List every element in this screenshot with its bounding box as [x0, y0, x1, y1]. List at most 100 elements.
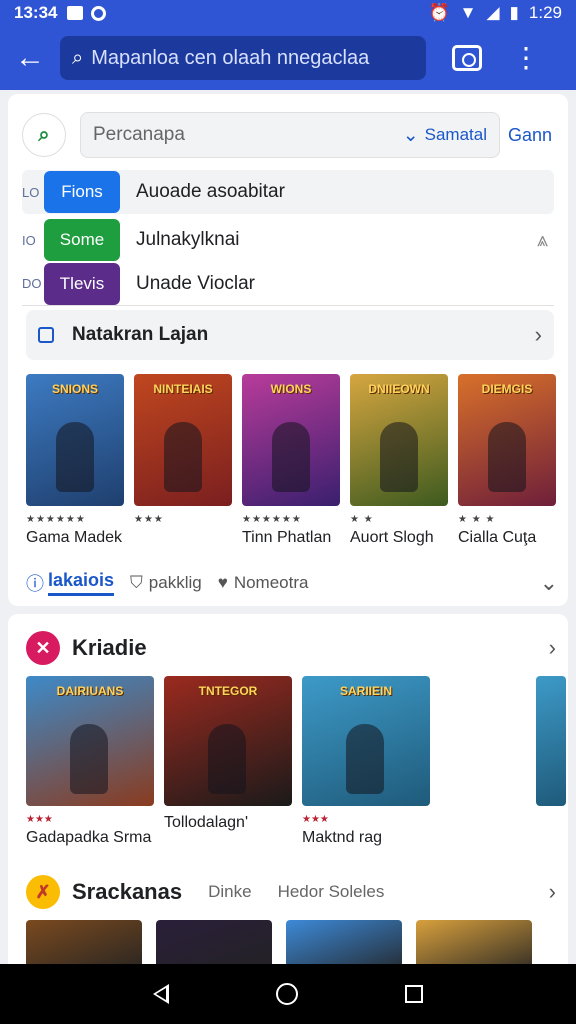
search-bar[interactable]: ⌕ — [60, 36, 426, 80]
game-cover-title: DIEMGIS — [481, 382, 533, 396]
app-bar: ← ⌕ ⋮ — [0, 26, 576, 90]
search-input[interactable] — [91, 46, 392, 70]
system-nav-bar — [0, 964, 576, 1024]
tag-pill[interactable]: Tlevis — [44, 262, 120, 305]
status-bar: 13:34 ⏰ ▼ ◢ ▮ 1:29 — [0, 0, 576, 26]
chevron-down-icon[interactable]: ⌄ — [540, 570, 558, 596]
sync-icon — [91, 5, 107, 21]
tag-icon: ✗ — [26, 875, 60, 909]
game-cover-image[interactable]: DNIIEOWN — [350, 374, 448, 506]
game-cover-image[interactable]: SARIIEIN — [302, 676, 430, 806]
game-title: Auort Slogh — [350, 529, 434, 546]
section-title: Srackanas — [72, 879, 183, 904]
game-hero-figure — [346, 724, 384, 794]
nav-home-icon[interactable] — [275, 983, 298, 1005]
info-icon: ⓘ — [26, 574, 44, 594]
game-tile[interactable]: SARIIEIN ★★★ Maktnd rag — [302, 676, 430, 847]
translate-icon[interactable]: ⩓ — [537, 229, 548, 252]
notification-icon — [67, 6, 84, 20]
heart-icon: ♥ — [217, 573, 228, 592]
chip-active[interactable]: lakaiois — [48, 570, 115, 596]
game-cover-title: SARIIEIN — [339, 684, 392, 698]
filter-search-icon[interactable]: ⌕ — [22, 113, 66, 157]
game-title: Gama Madek — [26, 529, 123, 546]
game-cover-title: SNIONS — [51, 382, 98, 396]
game-hero-figure — [164, 422, 202, 492]
chip[interactable]: Hedor Soleles — [278, 882, 385, 902]
game-cover-image[interactable]: TNTEGOR — [164, 676, 292, 806]
camera-icon[interactable] — [452, 45, 482, 71]
game-tile[interactable]: DNIIEOWN ★ ★ Auort Slogh — [350, 374, 448, 547]
wifi-icon: ▼ — [459, 3, 477, 22]
status-clock-right: 1:29 — [528, 3, 562, 22]
chevron-right-icon[interactable]: › — [549, 879, 556, 905]
chevron-right-icon[interactable]: › — [535, 322, 542, 348]
chip[interactable]: pakklig — [149, 573, 202, 593]
chip[interactable]: Dinke — [208, 882, 251, 902]
chips-row: ⓘ lakaiois ⛉ pakklig ♥ Nomeotra ⌄ — [26, 568, 558, 598]
star-rating: ★ ★ ★ — [458, 514, 496, 525]
section-header[interactable]: Natakran Lajan › — [26, 310, 554, 360]
more-vert-icon[interactable]: ⋮ — [512, 44, 540, 72]
game-tile[interactable]: DIEMGIS ★ ★ ★ Cialla Cuţa — [458, 374, 556, 547]
tag-row[interactable]: DO Tlevis Unade Vioclar — [22, 262, 554, 306]
star-rating: ★★★★★★ — [26, 514, 86, 525]
game-title: Cialla Cuţa — [458, 529, 537, 546]
tag-mark: DO — [22, 276, 42, 291]
chip[interactable]: Nomeotra — [234, 573, 309, 593]
game-title: Gadapadka Srma — [26, 829, 152, 846]
game-tile[interactable]: TNTEGOR Tollodalagn' — [164, 676, 292, 832]
chevron-down-icon: ⌄ — [402, 124, 419, 146]
nav-recents-icon[interactable] — [404, 985, 423, 1003]
section-header[interactable]: ✗ Srackanas Dinke Hedor Soleles › — [26, 872, 556, 912]
star-rating: ★★★ — [134, 514, 164, 525]
game-cover-title: TNTEGOR — [198, 684, 258, 698]
star-rating: ★★★ — [26, 814, 53, 825]
game-tile[interactable]: DAIRIUANS ★★★ Gadapadka Srma — [26, 676, 154, 847]
section-title: Natakran Lajan — [72, 324, 209, 345]
nav-back-icon[interactable] — [153, 984, 170, 1004]
game-cover-title: WIONS — [270, 382, 312, 396]
chevron-right-icon[interactable]: › — [549, 635, 556, 661]
game-cover-image[interactable]: NINTEIAIS — [134, 374, 232, 506]
filter-link[interactable]: Gann — [508, 125, 552, 146]
alarm-icon: ⏰ — [428, 3, 450, 22]
filter-placeholder: Percanapa — [93, 124, 185, 145]
game-tile[interactable]: NINTEIAIS ★★★ — [134, 374, 232, 529]
filter-selected[interactable]: Samatal — [425, 125, 487, 145]
game-cover-image[interactable] — [536, 676, 566, 806]
game-cover-image[interactable]: WIONS — [242, 374, 340, 506]
game-cover-title: NINTEIAIS — [153, 382, 213, 396]
shield-icon: ⛉ — [130, 573, 143, 592]
filter-input[interactable]: Percanapa ⌄ Samatal — [80, 112, 500, 158]
square-icon — [38, 327, 54, 343]
tag-pill[interactable]: Fions — [44, 171, 120, 213]
section-title: Kriadie — [72, 635, 147, 660]
tag-pill[interactable]: Some — [44, 219, 120, 261]
game-cover-image[interactable]: DIEMGIS — [458, 374, 556, 506]
search-icon: ⌕ — [72, 46, 84, 69]
game-title: Maktnd rag — [302, 829, 383, 846]
second-card: ✕ Kriadie › DAIRIUANS ★★★ Gadapadka Srma TN… — [8, 614, 568, 974]
game-hero-figure — [380, 422, 418, 492]
star-rating: ★★★★★★ — [242, 514, 302, 525]
tag-mark: LO — [22, 184, 40, 200]
game-cover-image[interactable]: SNIONS — [26, 374, 124, 506]
game-cover-title: DAIRIUANS — [56, 684, 124, 698]
game-title: Tinn Phatlan — [242, 529, 332, 546]
battery-icon: ▮ — [509, 3, 519, 22]
game-hero-figure — [208, 724, 246, 794]
game-cover-image[interactable]: DAIRIUANS — [26, 676, 154, 806]
back-arrow-icon[interactable]: ← — [0, 26, 60, 90]
signal-icon: ◢ — [486, 3, 500, 22]
tag-text: Julnakylknai — [136, 229, 240, 250]
results-card: ⌕ Percanapa ⌄ Samatal Gann LO Fions Auoa… — [8, 94, 568, 606]
game-tile[interactable]: SNIONS ★★★★★★ Gama Madek — [26, 374, 124, 547]
tag-row[interactable]: LO Fions Auoade asoabitar — [22, 170, 554, 214]
game-hero-figure — [488, 422, 526, 492]
section-header[interactable]: ✕ Kriadie › — [26, 628, 556, 668]
tag-row[interactable]: IO Some Julnakylknai ⩓ — [22, 218, 554, 262]
game-carousel: DAIRIUANS ★★★ Gadapadka Srma TNTEGOR Tolloda… — [26, 676, 566, 856]
game-tile[interactable]: WIONS ★★★★★★ Tinn Phatlan — [242, 374, 340, 547]
game-carousel: SNIONS ★★★★★★ Gama Madek NINTEIAIS ★★★ WIONS ★… — [26, 374, 566, 554]
